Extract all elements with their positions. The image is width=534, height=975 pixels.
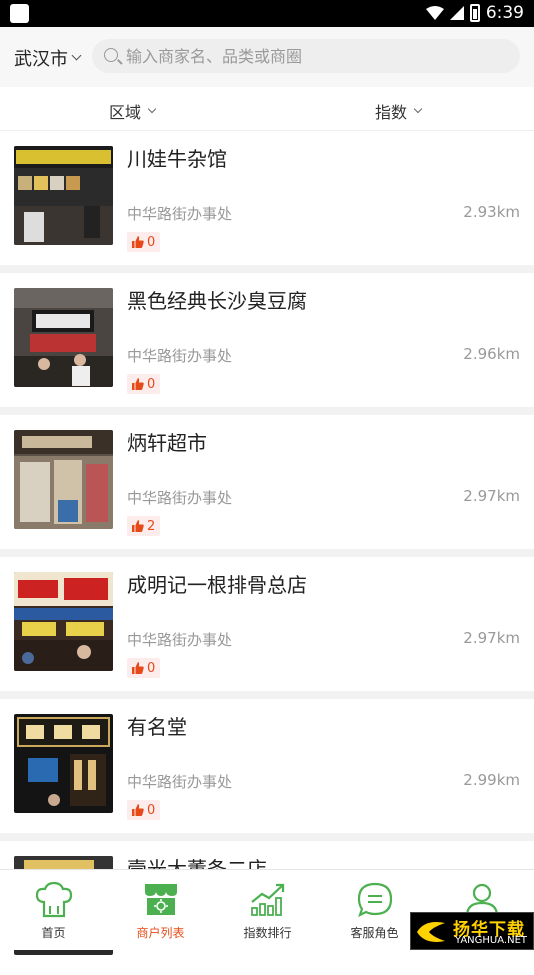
like-count: 2 xyxy=(147,518,156,534)
chevron-down-icon xyxy=(413,104,423,114)
thumbs-up-icon xyxy=(132,236,144,248)
tab-merchant-list-label: 商户列表 xyxy=(136,926,185,940)
bar-chart-icon xyxy=(250,883,284,916)
filter-region[interactable]: 区域 xyxy=(109,99,157,123)
filter-index[interactable]: 指数 xyxy=(375,99,423,123)
merchant-name: 炳轩超市 xyxy=(127,431,207,455)
merchant-district: 中华路街办事处 xyxy=(127,347,233,365)
merchant-distance: 2.96km xyxy=(463,345,520,363)
merchant-name: 川娃牛杂馆 xyxy=(127,147,227,171)
wifi-icon xyxy=(425,6,444,20)
filter-region-label: 区域 xyxy=(109,103,142,122)
search-icon xyxy=(104,48,118,62)
merchant-distance: 2.97km xyxy=(463,487,520,505)
like-badge[interactable]: 0 xyxy=(127,374,161,394)
tab-index-ranking[interactable]: 指数排行 xyxy=(214,870,321,951)
merchant-distance: 2.93km xyxy=(463,203,520,221)
like-badge[interactable]: 0 xyxy=(127,658,161,678)
filter-index-label: 指数 xyxy=(375,103,408,122)
merchant-district: 中华路街办事处 xyxy=(127,773,233,791)
merchant-photo xyxy=(14,288,113,387)
status-bar: 6:39 xyxy=(0,0,534,27)
thumbs-up-icon xyxy=(132,662,144,674)
merchant-district: 中华路街办事处 xyxy=(127,631,233,649)
signal-icon xyxy=(449,6,464,20)
merchant-card[interactable]: 川娃牛杂馆 中华路街办事处 2.93km 0 xyxy=(0,131,534,265)
thumbs-up-icon xyxy=(132,804,144,816)
like-badge[interactable]: 0 xyxy=(127,232,161,252)
like-badge[interactable]: 0 xyxy=(127,800,161,820)
merchant-photo xyxy=(14,430,113,529)
like-count: 0 xyxy=(147,376,156,392)
battery-icon xyxy=(469,4,480,22)
app-notification-icon xyxy=(10,4,29,23)
tab-home-label: 首页 xyxy=(41,926,66,940)
filter-bar: 区域 指数 xyxy=(0,87,534,131)
merchant-district: 中华路街办事处 xyxy=(127,489,233,507)
like-badge[interactable]: 2 xyxy=(127,516,161,536)
merchant-card[interactable]: 有名堂 中华路街办事处 2.99km 0 xyxy=(0,699,534,833)
merchant-photo xyxy=(14,714,113,813)
merchant-card[interactable]: 炳轩超市 中华路街办事处 2.97km 2 xyxy=(0,415,534,549)
search-input[interactable] xyxy=(126,39,506,73)
merchant-distance: 2.99km xyxy=(463,771,520,789)
search-header: 武汉市 xyxy=(0,27,534,87)
chat-bubble-icon xyxy=(357,882,392,918)
tab-merchant-list[interactable]: 商户列表 xyxy=(107,870,214,951)
merchant-district: 中华路街办事处 xyxy=(127,205,233,223)
watermark-url: YANGHUA.NET xyxy=(455,935,527,946)
chef-hat-icon xyxy=(35,882,72,918)
merchant-name: 成明记一根排骨总店 xyxy=(127,573,307,597)
tab-home[interactable]: 首页 xyxy=(0,870,107,951)
like-count: 0 xyxy=(147,234,156,250)
like-count: 0 xyxy=(147,802,156,818)
merchant-name: 有名堂 xyxy=(127,715,187,739)
merchant-name: 黑色经典长沙臭豆腐 xyxy=(127,289,307,313)
merchant-card[interactable]: 成明记一根排骨总店 中华路街办事处 2.97km 0 xyxy=(0,557,534,691)
merchant-photo xyxy=(14,572,113,671)
city-selector[interactable]: 武汉市 xyxy=(14,45,82,71)
search-box[interactable] xyxy=(92,39,520,73)
clock: 6:39 xyxy=(485,3,524,23)
merchant-photo xyxy=(14,146,113,245)
merchant-card[interactable]: 黑色经典长沙臭豆腐 中华路街办事处 2.96km 0 xyxy=(0,273,534,407)
watermark: 扬华下载 YANGHUA.NET xyxy=(410,912,534,950)
watermark-logo-icon xyxy=(417,922,445,942)
chevron-down-icon xyxy=(71,50,82,61)
storefront-icon xyxy=(144,884,177,915)
thumbs-up-icon xyxy=(132,520,144,532)
thumbs-up-icon xyxy=(132,378,144,390)
chevron-down-icon xyxy=(147,104,157,114)
system-icons: 6:39 xyxy=(425,3,524,23)
tab-index-ranking-label: 指数排行 xyxy=(243,926,292,940)
like-count: 0 xyxy=(147,660,156,676)
city-label: 武汉市 xyxy=(14,49,68,70)
merchant-distance: 2.97km xyxy=(463,629,520,647)
